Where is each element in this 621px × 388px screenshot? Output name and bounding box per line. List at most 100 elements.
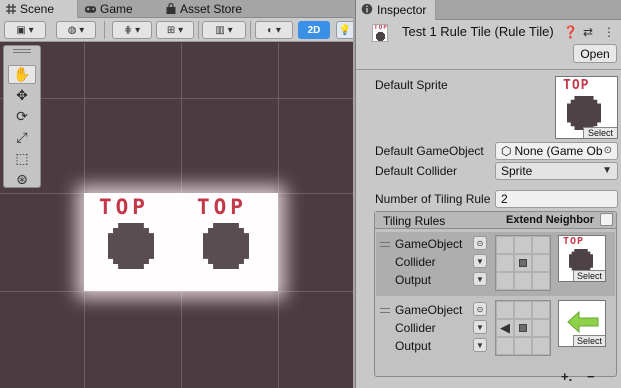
neighbor-cell[interactable] — [496, 272, 514, 290]
neighbor-cell[interactable] — [532, 254, 550, 272]
object-picker-button[interactable]: ⊙ — [473, 236, 487, 250]
drag-handle[interactable] — [380, 308, 390, 313]
grid-visibility-dropdown[interactable]: ▥ ▾ — [202, 21, 246, 39]
toolbar-separator — [250, 21, 251, 39]
hand-tool-button[interactable]: ✋ — [8, 65, 36, 84]
more-menu-icon[interactable]: ⋮ — [603, 25, 615, 39]
neighbor-cell[interactable] — [496, 301, 514, 319]
neighbor-cell[interactable] — [532, 319, 550, 337]
neighbor-grid[interactable]: ◀ — [495, 300, 551, 356]
select-button[interactable]: Select — [573, 335, 605, 346]
tab-asset-store[interactable]: Asset Store — [160, 0, 252, 18]
chevron-down-icon: ▾ — [79, 24, 85, 36]
open-button[interactable]: Open — [573, 44, 617, 63]
move-icon: ✥ — [16, 87, 28, 103]
object-picker-button[interactable]: ⊙ — [473, 302, 487, 316]
tiling-rule-count-label: Number of Tiling Rule — [375, 192, 491, 206]
neighbor-cell-center[interactable] — [514, 254, 532, 272]
remove-rule-button[interactable]: − — [587, 369, 595, 384]
neighbor-cell[interactable] — [514, 272, 532, 290]
tiling-rule-2[interactable]: GameObject Collider Output ⊙ ▼ ▼ ◀ Selec… — [376, 298, 615, 362]
tile-group[interactable]: TOP TOP — [84, 193, 278, 291]
neighbor-grid[interactable] — [495, 235, 551, 291]
neighbor-cell[interactable] — [532, 236, 550, 254]
collider-dropdown[interactable]: ▼ — [473, 320, 487, 334]
chevron-down-icon: ▾ — [227, 24, 233, 36]
inspector-header: TOP Test 1 Rule Tile (Rule Tile) ❓ ⇄ ⋮ O… — [356, 20, 621, 70]
collider-dropdown[interactable]: ▼ — [473, 254, 487, 268]
tiling-rule-1[interactable]: GameObject Collider Output ⊙ ▼ ▼ TOP Sel… — [376, 232, 615, 296]
scale-tool-button[interactable]: ⤢ — [8, 128, 36, 147]
rotate-tool-button[interactable]: ⟳ — [8, 107, 36, 126]
tab-inspector[interactable]: Inspector — [356, 0, 437, 20]
mode-2d-button[interactable]: 2D — [298, 21, 330, 39]
neighbor-cell[interactable] — [514, 236, 532, 254]
arrow-left-icon: ◀ — [500, 320, 510, 335]
chevron-down-icon: ▾ — [275, 24, 281, 36]
help-icon[interactable]: ❓ — [563, 25, 578, 39]
select-button[interactable]: Select — [573, 270, 605, 281]
drag-handle[interactable] — [380, 242, 390, 247]
draw-mode-dropdown[interactable]: ▣ ▾ — [4, 21, 46, 39]
snap-icon: ⊞ — [166, 24, 176, 36]
default-collider-label: Default Collider — [375, 164, 458, 178]
default-sprite-field[interactable]: TOP Select — [555, 76, 618, 139]
tile-label-top-1: TOP — [99, 195, 149, 219]
presets-icon[interactable]: ⇄ — [583, 25, 593, 39]
neighbor-cell[interactable] — [532, 272, 550, 290]
default-gameobject-value: None (Game Ob — [514, 144, 603, 158]
neighbor-cell[interactable] — [496, 254, 514, 272]
tiling-rules-header: Tiling Rules Extend Neighbor — [375, 212, 616, 229]
rect-icon: ⬚ — [15, 150, 29, 166]
neighbor-cell[interactable] — [514, 301, 532, 319]
sprite-preview — [567, 96, 601, 130]
sphere-icon: ◐ — [267, 24, 274, 36]
object-picker-icon: ⊙ — [476, 304, 484, 314]
output-dropdown[interactable]: ▼ — [473, 338, 487, 352]
chevron-down-icon: ▼ — [476, 274, 484, 284]
cube-icon: ⬡ — [501, 144, 512, 158]
scene-viewport[interactable]: TOP TOP ✋ ✥ ⟳ ⤢ ⬚ ⊛ — [0, 43, 353, 388]
global-dropdown[interactable]: ◍ ▾ — [56, 21, 96, 39]
asset-icon-sprite — [376, 32, 385, 41]
output-dropdown[interactable]: ▼ — [473, 272, 487, 286]
rule-gameobject-label: GameObject — [395, 237, 463, 251]
tiling-rule-count-input[interactable]: 2 — [495, 190, 618, 208]
shading-mode-dropdown[interactable]: ◐ ▾ — [255, 21, 293, 39]
default-collider-dropdown[interactable]: Sprite ▼ — [495, 162, 618, 180]
neighbor-cell[interactable] — [496, 337, 514, 355]
rect-tool-button[interactable]: ⬚ — [8, 149, 36, 168]
extend-neighbor-checkbox[interactable] — [600, 213, 613, 226]
bag-icon — [164, 3, 177, 15]
tile-label-top-2: TOP — [197, 195, 247, 219]
inspector-title: Test 1 Rule Tile (Rule Tile) — [402, 24, 554, 39]
select-button[interactable]: Select — [583, 127, 617, 138]
transform-icon: ⊛ — [16, 171, 28, 187]
lighting-toggle[interactable]: 💡 — [336, 21, 353, 39]
neighbor-cell[interactable] — [514, 337, 532, 355]
tiling-rule-count-value: 2 — [501, 192, 508, 206]
tab-game[interactable]: Game — [80, 0, 156, 18]
move-tool-button[interactable]: ✥ — [8, 86, 36, 105]
default-gameobject-field[interactable]: ⬡ None (Game Ob ⊙ — [495, 142, 618, 160]
neighbor-cell[interactable] — [532, 337, 550, 355]
grid-snap-dropdown[interactable]: ⋕ ▾ — [112, 21, 152, 39]
default-collider-value: Sprite — [501, 164, 533, 178]
tools-grip[interactable] — [13, 49, 31, 53]
neighbor-cell[interactable] — [496, 236, 514, 254]
object-picker-icon[interactable]: ⊙ — [604, 145, 612, 156]
grid-line — [0, 98, 353, 99]
neighbor-cell-left[interactable]: ◀ — [496, 319, 514, 337]
transform-tool-button[interactable]: ⊛ — [8, 170, 36, 189]
add-rule-button[interactable]: +. — [561, 369, 572, 384]
neighbor-cell-center[interactable] — [514, 319, 532, 337]
object-picker-icon: ⊙ — [476, 238, 484, 248]
rule-collider-label: Collider — [395, 255, 436, 269]
neighbor-cell[interactable] — [532, 301, 550, 319]
rule-sprite-field[interactable]: Select — [558, 300, 606, 347]
rule-sprite-field[interactable]: TOP Select — [558, 235, 606, 282]
tab-scene[interactable]: Scene — [0, 0, 78, 18]
increment-snap-dropdown[interactable]: ⊞ ▾ — [156, 21, 194, 39]
asset-icon: TOP — [372, 24, 388, 42]
tab-inspector-label: Inspector — [377, 3, 427, 17]
